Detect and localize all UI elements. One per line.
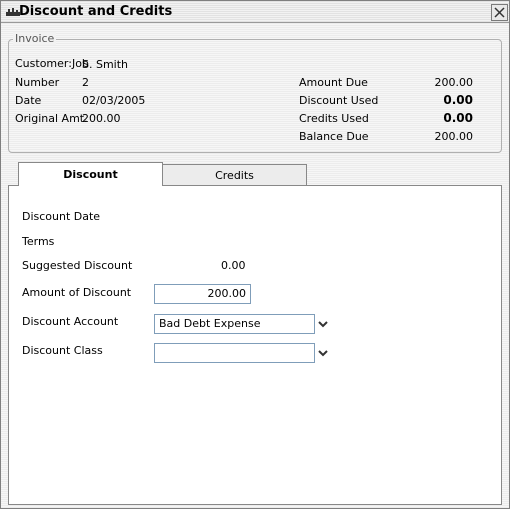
discount-date-label: Discount Date bbox=[22, 210, 101, 223]
original-amt-value: 200.00 bbox=[82, 112, 121, 125]
date-label: Date bbox=[15, 94, 42, 107]
app-icon bbox=[6, 8, 20, 16]
discount-account-label: Discount Account bbox=[22, 315, 119, 328]
discount-class-label: Discount Class bbox=[22, 344, 103, 357]
balance-due-value: 200.00 bbox=[434, 130, 474, 143]
amount-due-label: Amount Due bbox=[299, 76, 368, 89]
tab-credits-label: Credits bbox=[215, 169, 254, 182]
customer-job-value: S. Smith bbox=[82, 58, 129, 71]
discount-class-select[interactable] bbox=[154, 343, 315, 363]
credits-used-value: 0.00 bbox=[443, 111, 473, 125]
balance-due-label: Balance Due bbox=[299, 130, 369, 143]
amount-of-discount-input[interactable]: 200.00 bbox=[154, 284, 251, 304]
discount-used-value: 0.00 bbox=[443, 93, 473, 107]
original-amt-label: Original Amt. bbox=[15, 112, 88, 125]
close-icon bbox=[494, 7, 505, 18]
tab-credits[interactable]: Credits bbox=[162, 164, 307, 186]
terms-label: Terms bbox=[22, 235, 55, 248]
suggested-discount-label: Suggested Discount bbox=[22, 259, 133, 272]
suggested-discount-value: 0.00 bbox=[221, 259, 246, 272]
title-bar[interactable]: Discount and Credits bbox=[1, 1, 509, 23]
credits-used-label: Credits Used bbox=[299, 112, 369, 125]
tab-discount-label: Discount bbox=[63, 168, 118, 181]
discount-class-dropdown[interactable] bbox=[314, 343, 332, 363]
dialog-window: Discount and Credits Invoice Customer:Jo… bbox=[0, 0, 510, 509]
amount-of-discount-label: Amount of Discount bbox=[22, 286, 132, 299]
chevron-down-icon bbox=[318, 320, 328, 327]
tab-discount[interactable]: Discount bbox=[18, 162, 163, 186]
number-label: Number bbox=[15, 76, 60, 89]
close-button[interactable] bbox=[491, 4, 508, 21]
customer-job-label: Customer:Job bbox=[15, 57, 89, 70]
date-value: 02/03/2005 bbox=[82, 94, 146, 107]
chevron-down-icon bbox=[318, 349, 328, 356]
invoice-legend: Invoice bbox=[13, 32, 57, 45]
discount-account-dropdown[interactable] bbox=[314, 314, 332, 334]
window-title: Discount and Credits bbox=[19, 4, 173, 19]
amount-due-value: 200.00 bbox=[434, 76, 474, 89]
number-value: 2 bbox=[82, 76, 89, 89]
discount-account-select[interactable]: Bad Debt Expense bbox=[154, 314, 315, 334]
discount-used-label: Discount Used bbox=[299, 94, 379, 107]
